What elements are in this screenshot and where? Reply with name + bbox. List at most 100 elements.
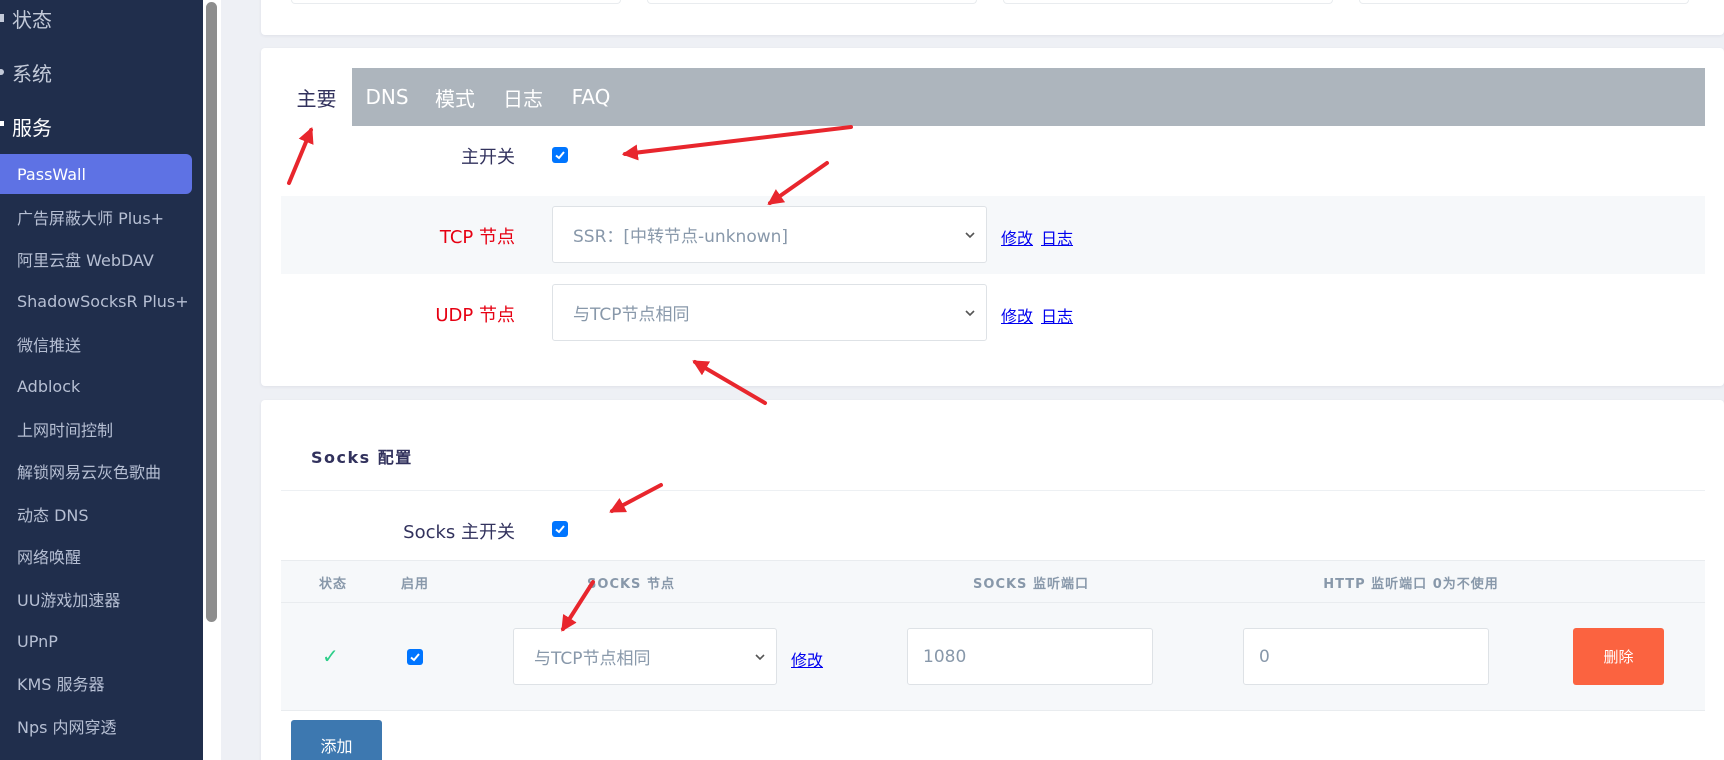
status-icon (0, 14, 4, 22)
tab-faq[interactable]: FAQ (561, 68, 621, 126)
main-switch-checkbox[interactable] (552, 147, 568, 163)
sidebar-group-status[interactable]: 状态 (0, 4, 52, 32)
udp-node-log-link[interactable]: 日志 (1041, 303, 1073, 327)
enable-checkbox[interactable] (407, 649, 423, 665)
sidebar-item-passwall[interactable]: PassWall (0, 154, 192, 194)
check-icon (410, 653, 420, 662)
udp-node-edit-link[interactable]: 修改 (1001, 303, 1033, 327)
sidebar-item-nps[interactable]: Nps 内网穿透 (0, 706, 192, 746)
delete-button-label: 删除 (1603, 648, 1634, 666)
sidebar-group-system[interactable]: 系统 (0, 58, 52, 86)
socks-port-input[interactable]: 1080 (907, 628, 1153, 685)
check-icon (555, 525, 565, 534)
sidebar-group-label: 服务 (12, 115, 52, 140)
udp-node-label: UDP 节点 (435, 305, 515, 326)
sidebar-item-aliyundrive[interactable]: 阿里云盘 WebDAV (0, 239, 192, 279)
sidebar-item-label: 广告屏蔽大师 Plus+ (17, 209, 165, 228)
sidebar-item-unblock-music[interactable]: 解锁网易云灰色歌曲 (0, 451, 192, 491)
column-header-socks-node: SOCKS 节点 (587, 577, 675, 592)
sidebar-item-label: UPnP (17, 631, 58, 651)
sidebar-scrollbar[interactable] (206, 2, 217, 622)
check-icon (555, 151, 565, 160)
sidebar-item-label: ShadowSocksR Plus+ (17, 291, 189, 311)
sidebar-item-label: 上网时间控制 (17, 421, 114, 440)
udp-node-row: UDP 节点 与TCP节点相同 修改 日志 (281, 274, 1705, 352)
socks-switch-label: Socks 主开关 (403, 522, 515, 543)
table-row: ✓ 与TCP节点相同 修改 1080 0 删除 (281, 603, 1705, 711)
sidebar-item-adbyby[interactable]: 广告屏蔽大师 Plus+ (0, 197, 192, 237)
column-header-enabled: 启用 (400, 577, 429, 592)
sidebar-item-time-control[interactable]: 上网时间控制 (0, 409, 192, 449)
sidebar-item-ssr-plus[interactable]: ShadowSocksR Plus+ (0, 281, 192, 321)
tab-bar: 主要 DNS 模式 日志 FAQ (281, 68, 1705, 126)
sidebar-item-label: Adblock (17, 376, 81, 396)
sidebar-item-label: KMS 服务器 (17, 675, 105, 694)
column-header-http-port: HTTP 监听端口 0为不使用 (1323, 577, 1499, 592)
column-header-socks-port: SOCKS 监听端口 (973, 577, 1089, 592)
status-cell (1359, 0, 1689, 4)
tab-label: 主要 (296, 86, 337, 111)
sidebar-item-label: 动态 DNS (17, 506, 89, 525)
sidebar-item-kms[interactable]: KMS 服务器 (0, 663, 192, 703)
sidebar-item-adblock[interactable]: Adblock (0, 366, 192, 406)
status-cell (291, 0, 621, 4)
chevron-down-icon (965, 309, 975, 316)
sidebar-item-uu-game[interactable]: UU游戏加速器 (0, 579, 192, 619)
http-port-input[interactable]: 0 (1243, 628, 1489, 685)
socks-switch-row: Socks 主开关 (281, 504, 1705, 554)
chevron-down-icon (755, 653, 765, 660)
add-button[interactable]: 添加 (291, 720, 382, 760)
sidebar-item-label: 微信推送 (17, 336, 82, 355)
sidebar-group-services[interactable]: 服务 (0, 112, 52, 140)
tcp-node-row: TCP 节点 SSR：[中转节点-unknown] 修改 日志 (281, 196, 1705, 274)
tab-label: 日志 (503, 86, 543, 111)
sidebar-item-upnp[interactable]: UPnP (0, 621, 192, 661)
main-content: 主要 DNS 模式 日志 FAQ 主开关 TCP 节点 SSR：[中转节点-un… (221, 0, 1724, 760)
tcp-node-select[interactable]: SSR：[中转节点-unknown] (552, 206, 987, 263)
sidebar-item-label: Nps 内网穿透 (17, 718, 117, 737)
column-header-status: 状态 (318, 577, 347, 592)
tab-label: FAQ (571, 85, 611, 109)
tab-mode[interactable]: 模式 (425, 68, 485, 126)
socks-node-select[interactable]: 与TCP节点相同 (513, 628, 777, 685)
sidebar-item-wol[interactable]: 网络唤醒 (0, 536, 192, 576)
main-switch-row: 主开关 (281, 132, 1705, 176)
socks-node-edit-link[interactable]: 修改 (791, 647, 823, 671)
status-cell (1003, 0, 1333, 4)
tab-main[interactable]: 主要 (281, 68, 352, 126)
sidebar-item-label: 解锁网易云灰色歌曲 (17, 463, 162, 482)
tab-log[interactable]: 日志 (493, 68, 553, 126)
sidebar-item-label: 网络唤醒 (17, 548, 82, 567)
socks-config-card: Socks 配置 Socks 主开关 状态 启用 SOCKS 节点 SOCKS … (261, 400, 1724, 760)
sidebar-item-label: 阿里云盘 WebDAV (17, 251, 154, 270)
socks-port-value: 1080 (923, 646, 967, 667)
sidebar-item-label: UU游戏加速器 (17, 591, 121, 610)
services-icon (0, 121, 4, 126)
http-port-value: 0 (1259, 646, 1270, 667)
tcp-node-edit-link[interactable]: 修改 (1001, 225, 1033, 249)
sidebar-item-label: PassWall (17, 164, 86, 184)
tab-label: DNS (365, 85, 409, 109)
udp-node-select[interactable]: 与TCP节点相同 (552, 284, 987, 341)
socks-node-value: 与TCP节点相同 (534, 649, 651, 669)
tab-dns[interactable]: DNS (357, 68, 417, 126)
table-header: 状态 启用 SOCKS 节点 SOCKS 监听端口 HTTP 监听端口 0为不使… (281, 560, 1705, 603)
tab-label: 模式 (435, 86, 475, 111)
main-settings-card: 主要 DNS 模式 日志 FAQ 主开关 TCP 节点 SSR：[中转节点-un… (261, 48, 1724, 386)
tcp-node-log-link[interactable]: 日志 (1041, 225, 1073, 249)
status-card (261, 0, 1724, 35)
sidebar: 状态 系统 服务 PassWall 广告屏蔽大师 Plus+ 阿里云盘 WebD… (0, 0, 203, 760)
socks-section-title: Socks 配置 (311, 448, 413, 467)
main-switch-label: 主开关 (461, 147, 515, 168)
gear-icon (0, 69, 4, 75)
divider (281, 490, 1705, 491)
delete-button[interactable]: 删除 (1573, 628, 1664, 685)
sidebar-item-ddns[interactable]: 动态 DNS (0, 494, 192, 534)
socks-switch-checkbox[interactable] (552, 521, 568, 537)
tcp-node-label: TCP 节点 (439, 227, 515, 248)
status-cell (647, 0, 977, 4)
udp-node-value: 与TCP节点相同 (573, 305, 690, 325)
chevron-down-icon (965, 231, 975, 238)
sidebar-item-wechat-push[interactable]: 微信推送 (0, 324, 192, 364)
sidebar-group-label: 状态 (12, 7, 52, 32)
